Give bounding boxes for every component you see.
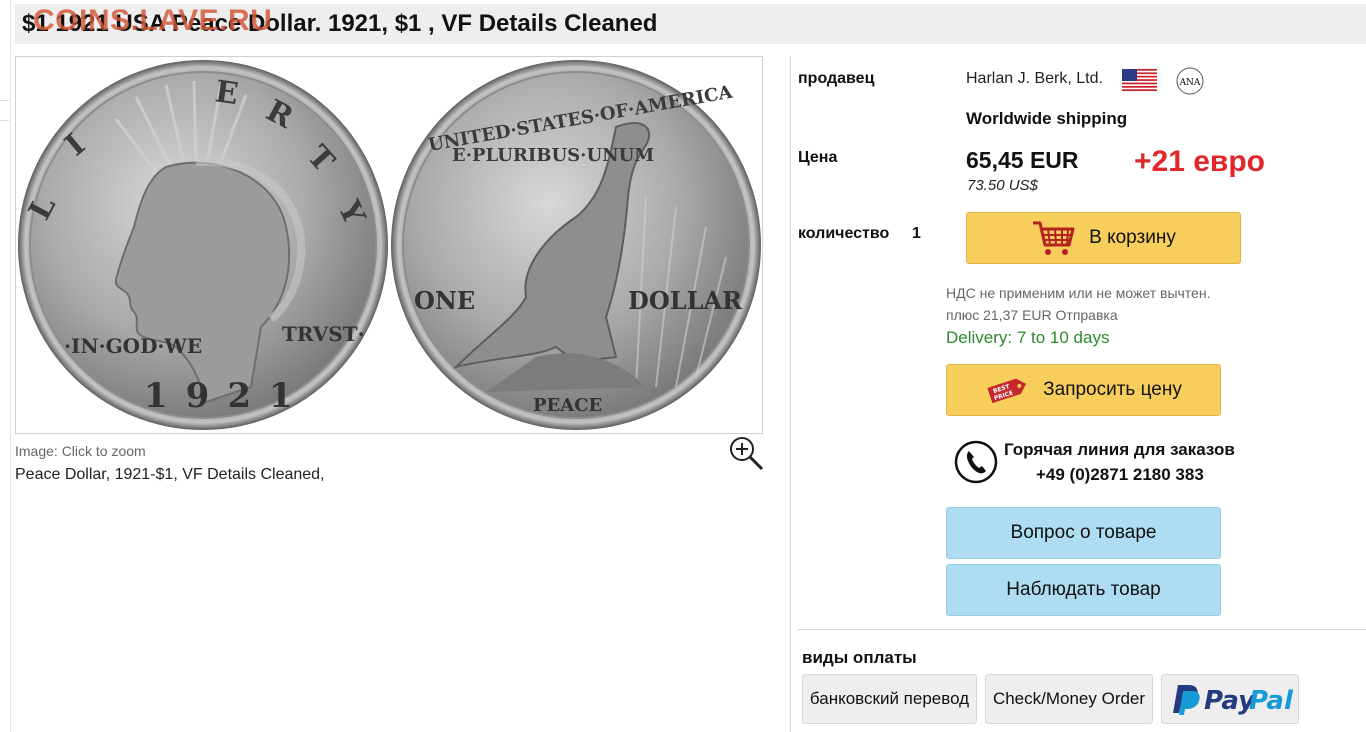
seller-label: продавец (798, 70, 875, 87)
left-panel-divider-2 (0, 120, 9, 121)
payment-title: виды оплаты (802, 648, 917, 667)
best-price-badge-icon: BEST PRICE (987, 378, 1027, 404)
payment-option-check[interactable]: Check/Money Order (985, 674, 1153, 724)
price-label: Цена (798, 149, 838, 166)
page-title: $1 1921 USA Peace Dollar. 1921, $1 , VF … (22, 10, 658, 37)
zoom-in-icon[interactable] (728, 435, 764, 471)
cart-icon (1033, 221, 1075, 255)
shipping-info: Worldwide shipping (966, 109, 1128, 128)
left-panel-edge (0, 0, 11, 732)
paypal-text-pal: Pal (1249, 686, 1293, 716)
ana-logo-text: ANA (1179, 78, 1201, 88)
us-flag-icon (1122, 69, 1157, 91)
add-to-cart-label: В корзину (1089, 227, 1176, 248)
coin-reverse: ONE DOLLAR PEACE UNITED·STATES·OF·AMERIC… (391, 60, 761, 430)
title-bar: $1 1921 USA Peace Dollar. 1921, $1 , VF … (15, 4, 1366, 44)
obverse-right-legend: TRVST· (282, 322, 365, 346)
seller-name[interactable]: Harlan J. Berk, Ltd. (966, 70, 1103, 88)
reverse-motto: E·PLURIBUS·UNUM (452, 145, 654, 166)
phone-icon (954, 440, 998, 484)
obverse-year: 1921 (144, 376, 311, 416)
reverse-right-legend: DOLLAR (628, 286, 743, 315)
quantity-value: 1 (912, 225, 921, 242)
request-price-button[interactable]: BEST PRICE Запросить цену (946, 364, 1221, 416)
watch-item-button[interactable]: Наблюдать товар (946, 564, 1221, 616)
payment-option-paypal[interactable]: Pay Pal (1161, 674, 1299, 724)
hotline-number[interactable]: +49 (0)2871 2180 383 (1036, 465, 1204, 485)
payment-option-label: Check/Money Order (992, 689, 1146, 708)
reverse-bottom-legend: PEACE (533, 395, 602, 416)
product-description: Peace Dollar, 1921-$1, VF Details Cleane… (15, 466, 325, 483)
coin-image: L I E R T Y ·IN·GOD·WE TRVST· 1921 ONE D… (18, 60, 761, 430)
vat-note: НДС не применим или не может вычтен. (946, 285, 1211, 301)
add-to-cart-button[interactable]: В корзину (966, 212, 1241, 264)
watch-item-label: Наблюдать товар (1006, 579, 1161, 600)
left-panel-divider (0, 0, 9, 101)
request-price-label: Запросить цену (1043, 379, 1182, 400)
ana-logo-icon: ANA (1171, 64, 1204, 98)
price-usd: 73.50 US$ (967, 177, 1038, 194)
price-difference-note: +21 евро (1134, 145, 1266, 178)
coin-obverse: L I E R T Y ·IN·GOD·WE TRVST· 1921 (18, 60, 388, 430)
svg-text:E: E (213, 74, 241, 112)
quantity-label: количество (798, 225, 890, 242)
payment-option-bank-transfer[interactable]: банковский перевод (802, 674, 977, 724)
section-divider (798, 629, 1366, 630)
ask-question-label: Вопрос о товаре (1010, 522, 1157, 543)
hotline-title: Горячая линия для заказов (1004, 440, 1235, 459)
image-caption: Image: Click to zoom (15, 443, 146, 459)
ask-question-button[interactable]: Вопрос о товаре (946, 507, 1221, 559)
paypal-logo: Pay Pal (1173, 685, 1293, 716)
obverse-left-legend: ·IN·GOD·WE (64, 334, 202, 358)
column-divider (790, 56, 791, 732)
product-image[interactable]: L I E R T Y ·IN·GOD·WE TRVST· 1921 ONE D… (15, 56, 763, 434)
delivery-time: Delivery: 7 to 10 days (946, 328, 1110, 347)
price-eur: 65,45 EUR (966, 147, 1079, 173)
payment-option-label: банковский перевод (809, 689, 970, 708)
shipping-cost: плюс 21,37 EUR Отправка (946, 307, 1118, 323)
reverse-left-legend: ONE (414, 286, 475, 315)
